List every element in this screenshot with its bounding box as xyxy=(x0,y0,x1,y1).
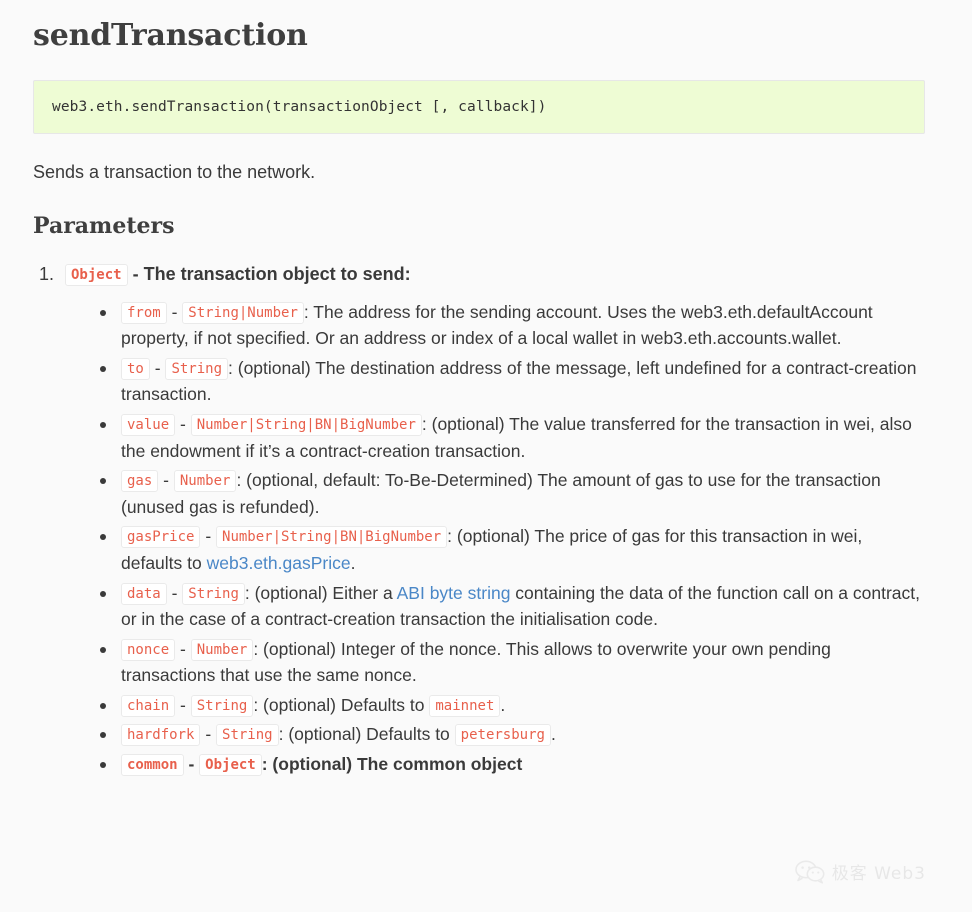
sub-param-name-code: to xyxy=(121,357,150,380)
sub-param-type-code: String xyxy=(182,582,245,605)
param-dash: - xyxy=(132,264,139,285)
link-abi-byte-string[interactable]: ABI byte string xyxy=(397,583,511,603)
sub-param-value: value - Number|String|BN|BigNumber: (opt… xyxy=(95,411,926,464)
sub-param-dash: - xyxy=(180,638,186,659)
link-gasprice[interactable]: web3.eth.gasPrice xyxy=(207,553,351,573)
sub-param-type-code: String|Number xyxy=(182,301,304,324)
watermark: 极客 Web3 xyxy=(794,859,926,884)
sub-param-text-after: . xyxy=(550,724,556,745)
sub-param-type-code: Number xyxy=(173,470,237,493)
sub-param-gas: gas - Number: (optional, default: To-Be-… xyxy=(95,467,926,520)
sub-param-name-code: nonce xyxy=(121,638,176,661)
page-title: sendTransaction xyxy=(33,18,308,53)
sub-param-type-code: Number|String|BN|BigNumber xyxy=(216,526,448,549)
sub-param-dash: - xyxy=(205,526,212,547)
sub-param-default-code: petersburg xyxy=(454,724,551,747)
sub-param-hardfork: hardfork - String: (optional) Defaults t… xyxy=(95,721,926,748)
sub-param-name-code: gasPrice xyxy=(121,526,201,549)
sub-param-name-code: common xyxy=(121,754,184,777)
sub-param-type-code: String xyxy=(190,694,254,717)
sub-param-dash: - xyxy=(205,724,212,745)
sub-param-dash: - xyxy=(154,357,161,378)
sub-param-type-code: Number xyxy=(190,638,254,661)
param-type-code: Object xyxy=(65,264,128,287)
sub-param-type-code: Number|String|BN|BigNumber xyxy=(190,413,422,436)
sub-param-nonce: nonce - Number: (optional) Integer of th… xyxy=(95,636,926,689)
sub-param-name-code: from xyxy=(121,301,167,324)
sub-param-text-before: : (optional) Either a xyxy=(244,582,397,603)
sub-param-default-code: mainnet xyxy=(429,694,501,717)
sub-param-text: : (optional) The common object xyxy=(261,754,523,775)
sub-param-text-after: . xyxy=(500,694,506,715)
parameters-list: Object - The transaction object to send:… xyxy=(33,261,926,777)
sub-param-text-after: . xyxy=(350,552,356,573)
sub-param-name-code: gas xyxy=(121,470,159,493)
sub-param-type-code: String xyxy=(165,357,229,380)
sub-param-dash: - xyxy=(180,694,186,715)
sub-param-dash: - xyxy=(163,470,169,491)
sub-param-common: common - Object: (optional) The common o… xyxy=(95,751,926,778)
watermark-text: 极客 Web3 xyxy=(831,864,926,884)
sub-param-name-code: value xyxy=(121,413,176,436)
sub-param-text-before: : (optional) Defaults to xyxy=(253,694,430,715)
sub-param-dash: - xyxy=(171,301,178,322)
sub-param-dash: - xyxy=(171,582,178,603)
param-description: The transaction object to send: xyxy=(143,264,411,285)
wechat-icon xyxy=(794,860,825,884)
parameter-item-object: Object - The transaction object to send:… xyxy=(59,261,926,777)
sub-param-dash: - xyxy=(180,413,186,434)
sub-param-type-code: Object xyxy=(199,754,262,777)
sub-param-name-code: hardfork xyxy=(121,724,201,747)
sub-param-gasprice: gasPrice - Number|String|BN|BigNumber: (… xyxy=(95,523,926,576)
sub-parameters-list: from - String|Number: The address for th… xyxy=(65,299,926,778)
document-page: sendTransaction web3.eth.sendTransaction… xyxy=(0,0,972,778)
sub-param-to: to - String: (optional) The destination … xyxy=(95,355,926,408)
code-block-text: web3.eth.sendTransaction(transactionObje… xyxy=(52,99,547,115)
section-title-parameters: Parameters xyxy=(33,213,175,240)
sub-param-text: : (optional) The destination address of … xyxy=(121,357,917,405)
sub-param-text-before: : (optional) Defaults to xyxy=(278,724,455,745)
sub-param-name-code: data xyxy=(121,582,167,605)
sub-param-name-code: chain xyxy=(121,694,176,717)
sub-param-from: from - String|Number: The address for th… xyxy=(95,299,926,352)
sub-param-dash: - xyxy=(188,754,195,775)
code-block: web3.eth.sendTransaction(transactionObje… xyxy=(33,80,925,134)
sub-param-chain: chain - String: (optional) Defaults to m… xyxy=(95,692,926,719)
sub-param-data: data - String: (optional) Either a ABI b… xyxy=(95,580,926,633)
lead-paragraph: Sends a transaction to the network. xyxy=(33,162,316,182)
sub-param-type-code: String xyxy=(216,724,279,747)
